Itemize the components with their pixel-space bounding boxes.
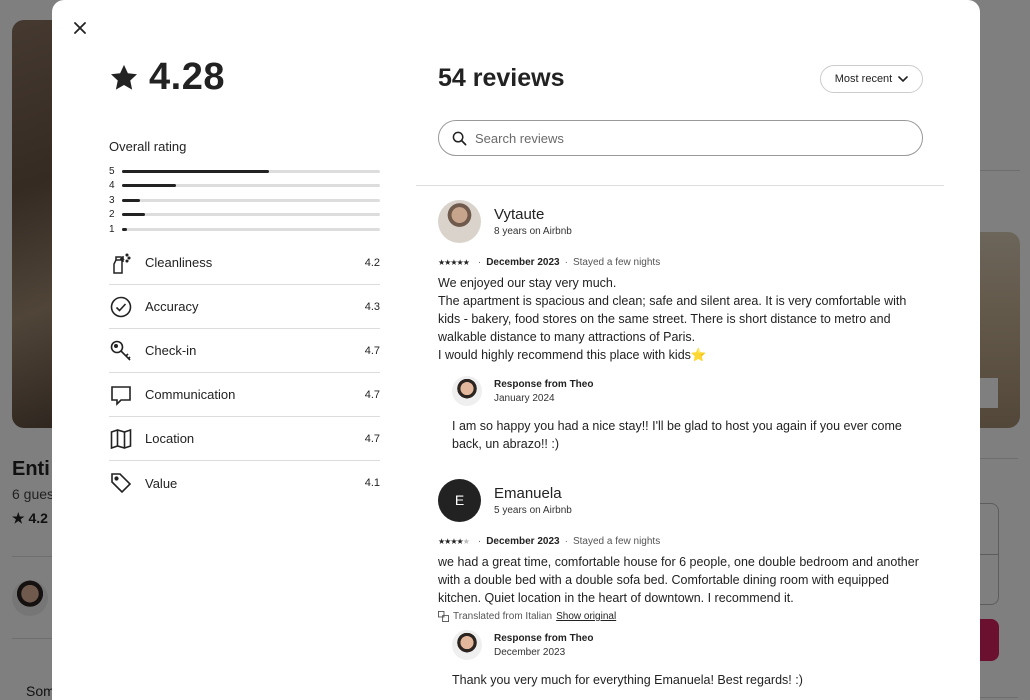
rating-distribution: 5 4 3 2 1 (109, 164, 380, 237)
review-stars: ★★★★★ (438, 536, 470, 546)
review-item: E Emanuela 5 years on Airbnb ★★★★★ · Dec… (438, 478, 928, 689)
distribution-row: 1 (109, 222, 380, 237)
review-text: we had a great time, comfortable house f… (438, 555, 919, 605)
overall-rating: 4.28 (109, 56, 225, 99)
reviews-modal: 4.28 Overall rating 5 4 3 2 1 Cleanliness 4.2… (52, 0, 980, 700)
host-avatar[interactable] (452, 376, 482, 406)
response-text: Thank you very much for everything Emanu… (452, 673, 803, 687)
search-icon (452, 131, 467, 145)
distribution-bar-fill (122, 184, 177, 188)
reviewer-name: Vytaute (494, 205, 545, 223)
category-row: Check-in 4.7 (109, 329, 380, 373)
reviewer-tenure: 5 years on Airbnb (494, 504, 572, 516)
rating-value: 4.28 (149, 56, 225, 98)
response-title: Response from Theo (494, 378, 594, 390)
spray-bottle-icon (109, 251, 133, 275)
category-score: 4.7 (364, 432, 380, 445)
distribution-bar-fill (122, 169, 270, 173)
category-row: Value 4.1 (109, 461, 380, 505)
map-icon (109, 427, 133, 451)
category-ratings: Cleanliness 4.2 Accuracy 4.3 Check-in 4.7 Comm… (109, 241, 380, 505)
category-score: 4.2 (364, 256, 380, 269)
category-name: Check-in (145, 343, 197, 358)
category-score: 4.1 (364, 477, 380, 489)
sort-dropdown[interactable]: Most recent (820, 65, 923, 93)
close-icon (74, 22, 86, 34)
category-score: 4.7 (364, 388, 380, 401)
response-text: I am so happy you had a nice stay!! I'll… (452, 419, 902, 451)
search-bar[interactable] (438, 120, 923, 156)
distribution-bar-fill (122, 227, 128, 231)
overall-rating-label: Overall rating (109, 139, 187, 154)
distribution-row: 5 (109, 164, 380, 179)
reviews-count-title: 54 reviews (438, 64, 565, 92)
key-icon (109, 339, 133, 363)
star-level-label: 4 (109, 180, 115, 192)
stay-length: Stayed a few nights (572, 256, 661, 268)
category-row: Cleanliness 4.2 (109, 241, 380, 285)
review-item: Vytaute 8 years on Airbnb ★★★★★ · Decemb… (438, 199, 928, 453)
translate-icon (438, 611, 449, 622)
category-row: Communication 4.7 (109, 373, 380, 417)
distribution-bar-track (122, 198, 380, 202)
category-score: 4.7 (364, 344, 380, 357)
category-name: Accuracy (145, 299, 199, 314)
distribution-bar-track (122, 227, 380, 231)
distribution-row: 2 (109, 208, 380, 223)
distribution-bar-track (122, 213, 380, 217)
star-level-label: 5 (109, 165, 115, 177)
category-name: Location (145, 431, 195, 446)
category-name: Value (145, 475, 178, 491)
review-date: December 2023 (486, 256, 560, 268)
reviewer-name: Emanuela (494, 484, 562, 502)
distribution-bar-track (122, 184, 380, 188)
category-name: Communication (145, 387, 236, 402)
reviewer-avatar[interactable]: E (438, 478, 481, 522)
category-name: Cleanliness (145, 255, 213, 270)
close-button[interactable] (68, 16, 92, 40)
distribution-bar-track (122, 169, 380, 173)
response-title: Response from Theo (494, 632, 594, 644)
review-stars: ★★★★★ (438, 257, 470, 267)
stay-length: Stayed a few nights (572, 535, 661, 547)
host-response: Response from Theo December 2023 Thank y… (452, 628, 928, 689)
star-level-label: 2 (109, 209, 115, 221)
category-row: Accuracy 4.3 (109, 285, 380, 329)
star-level-label: 3 (109, 194, 115, 206)
distribution-row: 4 (109, 179, 380, 194)
avatar-initial: E (454, 492, 465, 508)
category-score: 4.3 (364, 300, 380, 313)
host-response: Response from Theo January 2024 I am so … (452, 374, 928, 453)
review-text: We enjoyed our stay very much. The apart… (438, 276, 907, 362)
distribution-bar-fill (122, 198, 141, 202)
show-original-link[interactable]: Show original (556, 611, 616, 622)
message-bubble-icon (109, 383, 133, 407)
tag-icon (109, 471, 133, 495)
reviewer-tenure: 8 years on Airbnb (494, 225, 572, 237)
translation-note: Translated from Italian Show original (438, 611, 928, 622)
review-date: December 2023 (486, 535, 560, 547)
search-input[interactable] (475, 130, 895, 146)
distribution-row: 3 (109, 193, 380, 208)
distribution-bar-fill (122, 213, 146, 217)
chevron-down-icon (898, 75, 909, 82)
response-date: December 2023 (494, 646, 566, 658)
star-icon (111, 64, 137, 90)
check-circle-icon (109, 295, 133, 319)
host-avatar[interactable] (452, 630, 482, 660)
star-level-label: 1 (109, 223, 115, 235)
reviewer-avatar[interactable] (438, 199, 481, 243)
reviews-panel: 54 reviews Most recent Vytaute 8 years o… (416, 0, 944, 700)
response-date: January 2024 (494, 392, 555, 404)
translated-label: Translated from Italian (453, 611, 553, 622)
category-row: Location 4.7 (109, 417, 380, 461)
sort-label: Most recent (834, 73, 893, 85)
divider (416, 185, 944, 186)
